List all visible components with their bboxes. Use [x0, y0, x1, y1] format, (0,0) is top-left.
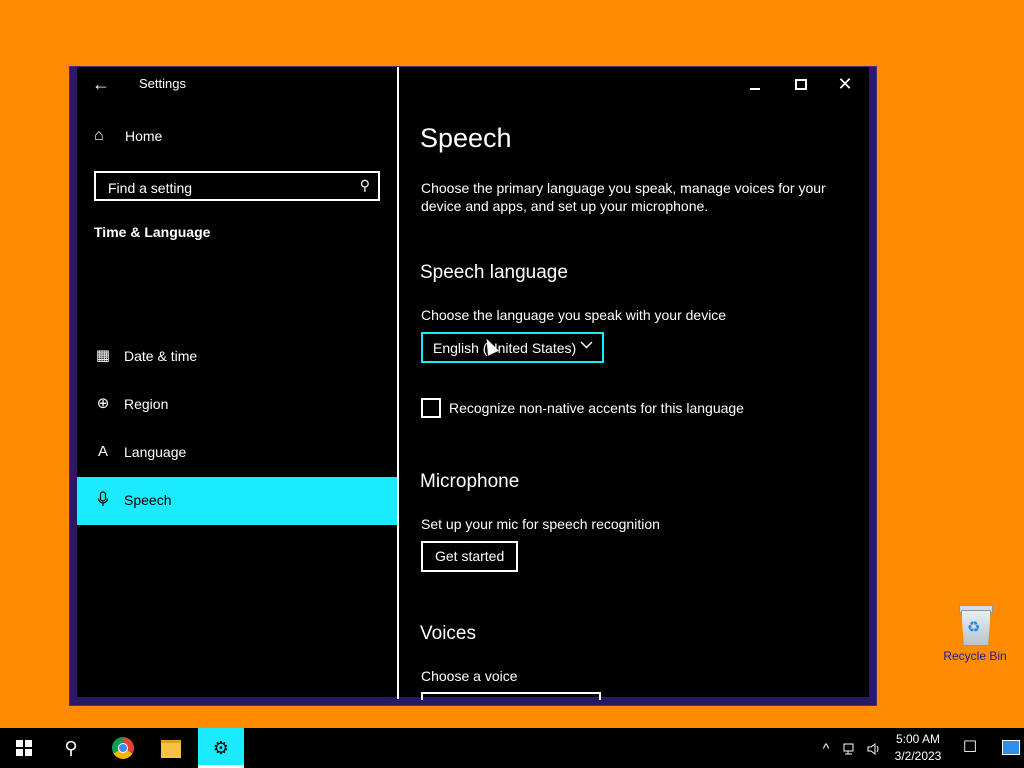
speech-language-heading: Speech language [420, 262, 568, 283]
chevron-down-icon [580, 338, 593, 354]
chrome-icon [112, 737, 134, 759]
speech-language-dropdown[interactable]: English (United States) [421, 332, 604, 363]
taskbar-search-button[interactable]: ⚲ [48, 728, 94, 768]
action-center-icon[interactable]: ☐ [958, 728, 982, 768]
close-button[interactable]: ✕ [830, 71, 860, 97]
microphone-prompt: Set up your mic for speech recognition [421, 516, 660, 532]
accent-checkbox[interactable] [421, 398, 441, 418]
accent-checkbox-label: Recognize non-native accents for this la… [449, 400, 744, 416]
page-title: Speech [420, 123, 512, 153]
home-icon: ⌂ [94, 127, 104, 144]
microphone-icon [94, 491, 112, 509]
globe-icon: ⊕ [96, 395, 110, 412]
sidebar-item-label: Region [124, 396, 169, 412]
language-icon: A [97, 443, 108, 460]
gear-icon: ⚙ [212, 738, 230, 758]
clock-time: 5:00 AM [895, 732, 941, 746]
section-title: Time & Language [94, 224, 211, 240]
sidebar-item-language[interactable]: A Language [77, 429, 397, 477]
microphone-heading: Microphone [420, 471, 520, 492]
calendar-clock-icon: ▦ [95, 347, 111, 364]
maximize-button[interactable] [785, 71, 815, 97]
search-icon: ⚲ [64, 738, 78, 758]
sidebar-item-label: Language [124, 444, 187, 460]
voices-heading: Voices [420, 623, 476, 644]
accent-checkbox-row[interactable]: Recognize non-native accents for this la… [421, 397, 781, 419]
taskbar-settings-button[interactable]: ⚙ [198, 728, 244, 768]
settings-window: ← Settings ✕ ⌂ Home ⚲ Time & Language ▦ … [69, 66, 877, 706]
voices-prompt: Choose a voice [421, 668, 518, 684]
network-icon[interactable] [840, 728, 860, 768]
search-box: ⚲ [94, 171, 380, 201]
start-button[interactable] [0, 728, 46, 768]
voice-dropdown[interactable] [421, 692, 601, 700]
clock-date: 3/2/2023 [894, 749, 942, 763]
get-started-button[interactable]: Get started [421, 541, 519, 572]
taskbar-chrome-button[interactable] [100, 728, 146, 768]
search-input[interactable] [106, 177, 350, 199]
sidebar-item-label: Speech [124, 492, 172, 508]
recycle-bin-desktop-icon[interactable]: ♻ Recycle Bin [940, 602, 1010, 663]
sidebar-item-date-time[interactable]: ▦ Date & time [77, 333, 397, 381]
folder-icon [161, 740, 181, 758]
recycle-bin-label: Recycle Bin [943, 649, 1007, 663]
taskbar-file-explorer-button[interactable] [148, 728, 194, 768]
minimize-button[interactable] [740, 71, 770, 97]
window-title: Settings [139, 76, 186, 91]
recycle-bin-icon: ♻ [956, 602, 994, 646]
back-arrow-icon[interactable]: ← [90, 73, 112, 95]
maximize-icon [795, 79, 807, 90]
page-description: Choose the primary language you speak, m… [421, 180, 826, 214]
show-hidden-icons-button[interactable]: ^ [816, 728, 836, 768]
search-icon[interactable]: ⚲ [360, 177, 370, 194]
speech-language-prompt: Choose the language you speak with your … [421, 307, 727, 323]
sidebar-item-label: Home [125, 128, 163, 144]
taskbar-clock[interactable]: 5:00 AM 3/2/2023 [884, 731, 952, 765]
dropdown-value: English (United States) [433, 340, 577, 356]
sidebar-item-region[interactable]: ⊕ Region [77, 381, 397, 429]
title-bar: ← Settings ✕ [70, 67, 876, 101]
sidebar-item-label: Date & time [124, 348, 198, 364]
windows-logo-icon [16, 740, 32, 756]
sidebar-item-home[interactable]: ⌂ Home [77, 123, 397, 153]
show-desktop-icon[interactable] [1002, 740, 1020, 755]
volume-icon[interactable] [864, 728, 884, 768]
sidebar-item-speech[interactable]: Speech [77, 477, 397, 525]
minimize-icon [750, 88, 760, 90]
taskbar: ⚲ ⚙ ^ 5:00 AM 3/2/2023 ☐ [0, 728, 1024, 768]
pane-divider [397, 67, 399, 699]
sidebar: ⌂ Home ⚲ Time & Language ▦ Date & time ⊕… [77, 101, 397, 698]
